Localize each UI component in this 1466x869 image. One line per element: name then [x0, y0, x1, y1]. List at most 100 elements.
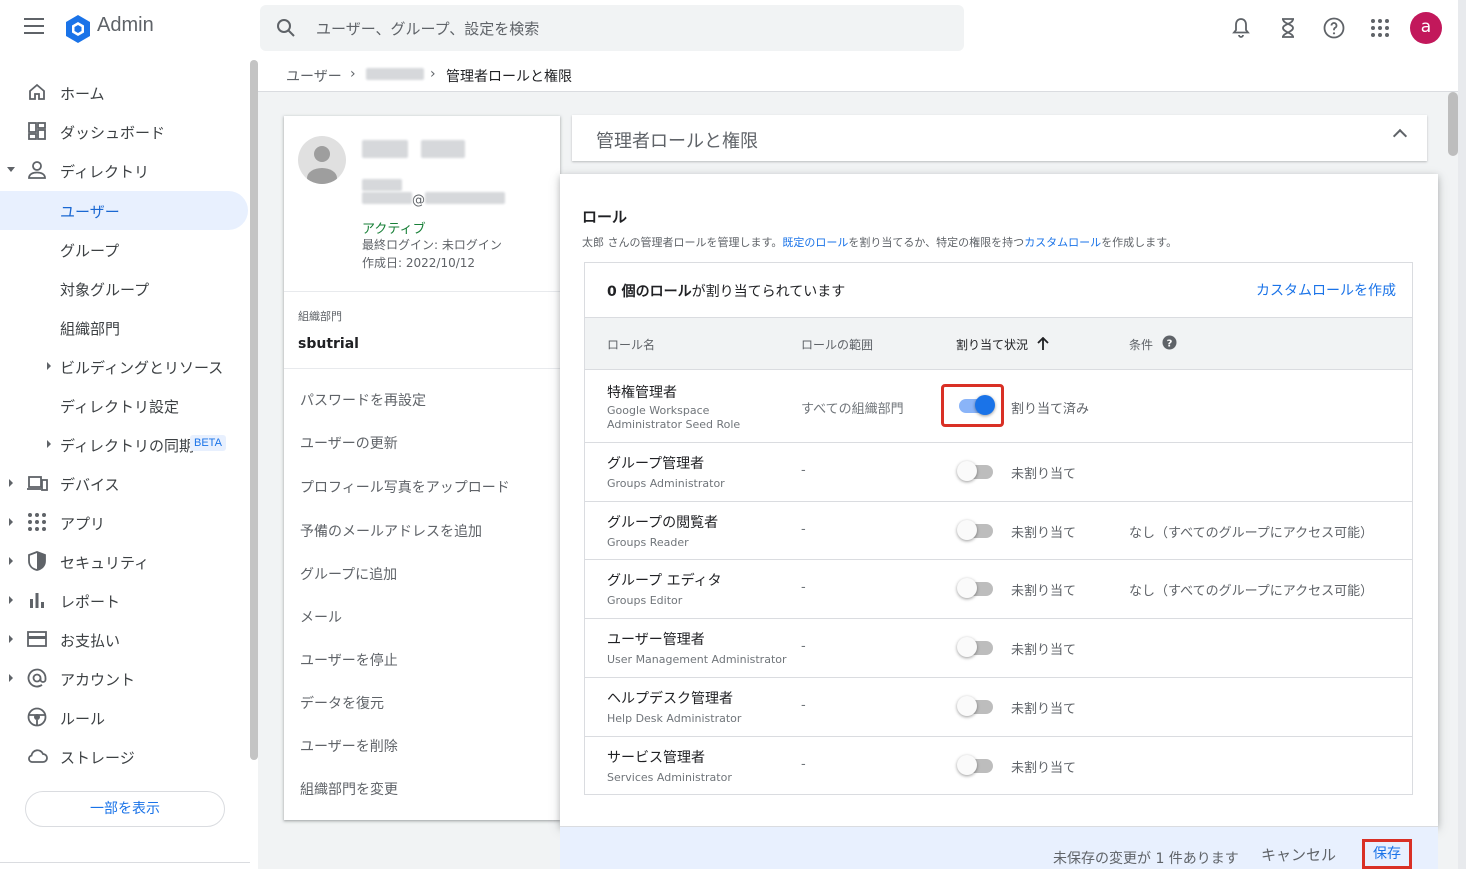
breadcrumb-user-name[interactable] — [366, 68, 424, 84]
unsaved-changes-bar: 未保存の変更が 1 件あります キャンセル 保存 — [560, 826, 1438, 869]
expand-right-icon[interactable] — [9, 557, 13, 565]
section-title: 管理者ロールと権限 — [596, 131, 758, 152]
toggle-thumb — [957, 578, 977, 598]
create-custom-role-button[interactable]: カスタムロールを作成 — [1256, 280, 1396, 300]
breadcrumb-users[interactable]: ユーザー — [286, 66, 342, 86]
sidebar-item-rules[interactable]: ルール — [0, 698, 250, 737]
role-subtitle: Groups Editor — [607, 594, 683, 607]
role-toggle[interactable] — [957, 461, 993, 481]
upload-photo-link[interactable]: プロフィール写真をアップロード — [300, 477, 510, 497]
sidebar-item-users[interactable]: ユーザー — [0, 191, 248, 230]
sidebar-item-account[interactable]: アカウント — [0, 659, 250, 698]
add-to-group-link[interactable]: グループに追加 — [300, 564, 397, 584]
add-alt-email-link[interactable]: 予備のメールアドレスを追加 — [300, 521, 482, 541]
sidebar-item-home[interactable]: ホーム — [0, 73, 250, 112]
role-toggle[interactable] — [957, 755, 993, 775]
sidebar-item-devices[interactable]: デバイス — [0, 464, 250, 503]
sidebar-item-label: アプリ — [60, 515, 106, 533]
sidebar-item-groups[interactable]: グループ — [0, 230, 250, 269]
sidebar-item-storage[interactable]: ストレージ — [0, 737, 250, 776]
cancel-button[interactable]: キャンセル — [1261, 844, 1336, 865]
role-toggle[interactable] — [957, 637, 993, 657]
sidebar-item-label: 組織部門 — [60, 320, 121, 338]
desc-text: を割り当てるか、特定の権限を持つ — [848, 236, 1025, 249]
bar-chart-icon — [30, 593, 44, 608]
role-scope: - — [801, 639, 806, 654]
sidebar-item-label: 対象グループ — [60, 281, 150, 299]
expand-right-icon[interactable] — [47, 362, 51, 370]
sidebar-item-dashboard[interactable]: ダッシュボード — [0, 112, 250, 151]
col-assignment-status[interactable]: 割り当て状況 — [956, 336, 1028, 353]
app-title[interactable]: Admin — [97, 14, 154, 37]
role-toggle[interactable] — [957, 578, 993, 598]
sidebar-item-security[interactable]: セキュリティ — [0, 542, 250, 581]
sidebar-item-apps[interactable]: アプリ — [0, 503, 250, 542]
email-link[interactable]: メール — [300, 607, 342, 627]
change-org-unit-link[interactable]: 組織部門を変更 — [300, 779, 398, 799]
custom-roles-link[interactable]: カスタムロール — [1024, 236, 1101, 249]
credit-card-icon — [27, 631, 47, 647]
col-condition[interactable]: 条件 — [1129, 336, 1153, 353]
update-user-link[interactable]: ユーザーの更新 — [300, 433, 398, 453]
expand-right-icon[interactable] — [9, 674, 13, 682]
sidebar-item-buildings[interactable]: ビルディングとリソース — [0, 347, 250, 386]
apps-grid-icon[interactable] — [1368, 16, 1392, 40]
admin-roles-section-header[interactable]: 管理者ロールと権限 — [572, 115, 1427, 161]
breadcrumb-separator: › — [430, 66, 436, 82]
collapse-up-icon[interactable] — [1392, 128, 1408, 144]
sidebar-item-org-units[interactable]: 組織部門 — [0, 308, 250, 347]
default-roles-link[interactable]: 既定のロール — [782, 236, 848, 249]
suspend-user-link[interactable]: ユーザーを停止 — [300, 650, 398, 670]
expand-right-icon[interactable] — [9, 518, 13, 526]
table-row: サービス管理者 Services Administrator - 未割り当て — [585, 737, 1412, 795]
expand-right-icon[interactable] — [9, 479, 13, 487]
divider — [284, 291, 560, 292]
delete-user-link[interactable]: ユーザーを削除 — [300, 736, 398, 756]
expand-right-icon[interactable] — [47, 440, 51, 448]
search-input[interactable]: ユーザー、グループ、設定を検索 — [316, 18, 539, 39]
user-status: アクティブ — [362, 222, 426, 237]
bell-icon[interactable] — [1229, 16, 1253, 40]
role-toggle[interactable] — [957, 696, 993, 716]
account-avatar[interactable]: a — [1410, 12, 1442, 44]
sidebar-item-reports[interactable]: レポート — [0, 581, 250, 620]
sidebar-scrollbar[interactable] — [250, 60, 258, 760]
reset-password-link[interactable]: パスワードを再設定 — [300, 390, 426, 410]
help-icon[interactable] — [1322, 16, 1346, 40]
hourglass-icon[interactable] — [1276, 16, 1300, 40]
sidebar-item-target-groups[interactable]: 対象グループ — [0, 269, 250, 308]
toggle-thumb — [957, 696, 977, 716]
role-toggle[interactable] — [957, 520, 993, 540]
expand-right-icon[interactable] — [9, 596, 13, 604]
admin-logo-icon[interactable] — [63, 14, 93, 44]
save-button[interactable]: 保存 — [1362, 839, 1412, 869]
sidebar-item-directory-sync[interactable]: ディレクトリの同期 BETA — [0, 425, 250, 464]
search-bar[interactable]: ユーザー、グループ、設定を検索 — [260, 5, 964, 51]
expand-down-icon[interactable] — [7, 167, 15, 172]
sort-arrow-up-icon[interactable] — [1037, 337, 1049, 351]
col-role-name[interactable]: ロール名 — [607, 336, 655, 353]
roles-panel: ロール 太郎 さんの管理者ロールを管理します。既定のロールを割り当てるか、特定の… — [560, 174, 1438, 826]
main-content: ユーザー › › 管理者ロールと権限 @ アクティブ 最終ログイン: 未ログイン… — [258, 56, 1458, 869]
toggle-thumb — [957, 461, 977, 481]
restore-data-link[interactable]: データを復元 — [300, 693, 384, 713]
sidebar-item-directory-settings[interactable]: ディレクトリ設定 — [0, 386, 250, 425]
sidebar-item-directory[interactable]: ディレクトリ — [0, 151, 250, 190]
last-login: 最終ログイン: 未ログイン — [362, 238, 502, 252]
desc-text: 太郎 さんの管理者ロールを管理します。 — [582, 236, 783, 249]
help-circle-icon[interactable]: ? — [1162, 335, 1177, 350]
sidebar-item-label: お支払い — [60, 632, 121, 650]
main-menu-icon[interactable] — [24, 18, 44, 34]
table-header: ロール名 ロールの範囲 割り当て状況 条件 ? — [585, 318, 1412, 370]
expand-right-icon[interactable] — [9, 635, 13, 643]
sidebar-item-billing[interactable]: お支払い — [0, 620, 250, 659]
search-icon[interactable] — [276, 18, 296, 38]
main-scrollbar[interactable] — [1448, 92, 1458, 156]
show-less-button[interactable]: 一部を表示 — [25, 791, 225, 827]
role-subtitle: Help Desk Administrator — [607, 712, 742, 725]
role-scope: - — [801, 580, 806, 595]
org-unit-value: sbutrial — [298, 336, 359, 352]
col-role-scope[interactable]: ロールの範囲 — [801, 336, 873, 353]
role-name: ヘルプデスク管理者 — [607, 691, 733, 707]
cloud-icon — [28, 749, 48, 763]
